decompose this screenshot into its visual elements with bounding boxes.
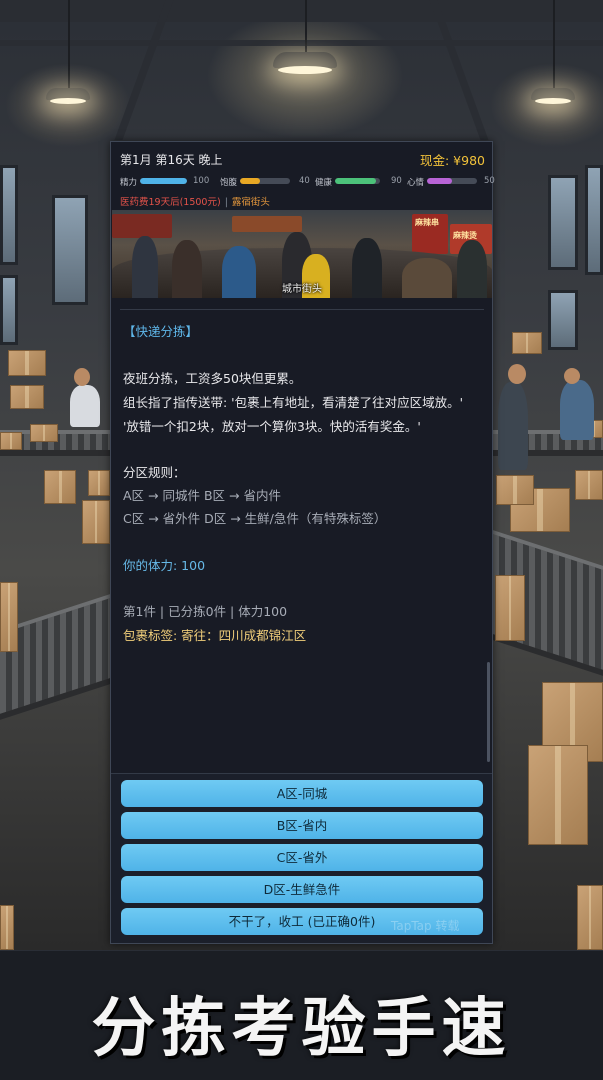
stat-energy: 精力 100 [120, 175, 216, 188]
event-title: 【快递分拣】 [123, 324, 199, 339]
choice-zone-d-button[interactable]: D区-生鲜急件 [121, 876, 483, 903]
stat-mood-fill [427, 178, 452, 184]
choice-zone-a-button[interactable]: A区-同城 [121, 780, 483, 807]
stat-energy-value: 100 [193, 176, 210, 186]
stat-hunger-value: 40 [299, 176, 310, 186]
scene-image: 麻辣串 麻辣烫 城市街头 [112, 210, 492, 298]
cash-label: 现金: ¥980 [420, 153, 485, 168]
stats-row: 精力 100 饱腹 40 健康 90 心情 50 [120, 175, 495, 188]
event-intro: 夜班分拣，工资多50块但更累。 [123, 371, 302, 386]
stat-energy-bar [140, 178, 187, 184]
promo-banner: 分拣考验手速 [0, 950, 603, 1080]
game-panel: 第1月 第16天 晚上 现金: ¥980 精力 100 饱腹 40 健康 90 … [110, 141, 495, 944]
alerts-row: 医药费19天后(1500元) | 露宿街头 [120, 194, 270, 208]
banner-title: 分拣考验手速 [91, 991, 512, 1066]
stat-health: 健康 90 [315, 175, 407, 188]
stat-mood-label: 心情 [407, 178, 425, 188]
stat-hunger-fill [240, 178, 260, 184]
location-alert: 露宿街头 [231, 197, 270, 208]
stat-mood-bar [427, 178, 477, 184]
stat-mood: 心情 50 [407, 175, 495, 188]
choice-zone-c-button[interactable]: C区-省外 [121, 844, 483, 871]
rule-line-2: C区 → 省外件 D区 → 生鲜/急件（有特殊标签） [123, 511, 387, 526]
event-instruction-1: 组长指了指传送带: '包裹上有地址，看清楚了往对应区域放。' [123, 395, 464, 410]
parcel-label-text: 包裹标签: 寄往：四川成都锦江区 [123, 628, 307, 643]
stamina-text: 你的体力: 100 [123, 558, 206, 573]
stat-health-bar [335, 178, 380, 184]
rules-header: 分区规则： [123, 465, 186, 480]
stat-hunger-label: 饱腹 [220, 178, 238, 188]
date-label: 第1月 第16天 晚上 [120, 153, 223, 167]
stat-health-value: 90 [391, 176, 402, 186]
stat-health-label: 健康 [315, 178, 333, 188]
watermark: TapTap 转载 [391, 919, 460, 933]
medical-fee-alert: 医药费19天后(1500元) [120, 197, 221, 208]
stat-energy-label: 精力 [120, 178, 138, 188]
stat-health-fill [335, 178, 376, 184]
choice-zone-b-button[interactable]: B区-省内 [121, 812, 483, 839]
status-bar: 第1月 第16天 晚上 现金: ¥980 [120, 151, 485, 169]
scene-caption: 城市街头 [282, 284, 322, 295]
progress-text: 第1件 | 已分拣0件 | 体力100 [123, 604, 288, 619]
rule-line-1: A区 → 同城件 B区 → 省内件 [123, 488, 281, 503]
divider [120, 309, 484, 310]
choice-area: A区-同城 B区-省内 C区-省外 D区-生鲜急件 不干了，收工 (已正确0件)… [111, 773, 492, 943]
log-scrollbar[interactable] [487, 662, 490, 762]
scene-sign-1: 麻辣串 [415, 218, 439, 227]
stat-mood-value: 50 [484, 176, 495, 186]
event-instruction-2: '放错一个扣2块，放对一个算你3块。快的活有奖金。' [123, 419, 421, 434]
alert-separator: | [224, 197, 228, 208]
stat-energy-fill [140, 178, 187, 184]
stat-hunger: 饱腹 40 [220, 175, 312, 188]
stat-hunger-bar [240, 178, 290, 184]
